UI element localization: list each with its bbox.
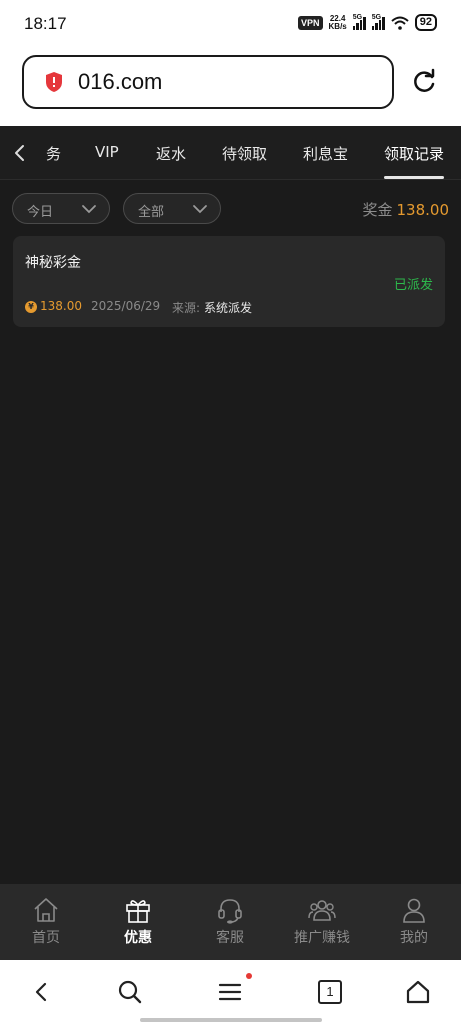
- wifi-icon: [391, 16, 409, 30]
- home-icon: [34, 898, 58, 922]
- record-amount: 138.00: [40, 299, 82, 313]
- shield-icon: [46, 72, 62, 92]
- address-bar[interactable]: 016.com: [22, 55, 394, 109]
- record-source-label: 来源:: [172, 301, 201, 315]
- nav-home[interactable]: 首页: [0, 884, 92, 960]
- tabs-button[interactable]: 1: [318, 980, 342, 1004]
- signal-icon-2: 5G: [371, 13, 385, 30]
- type-filter-value: 全部: [138, 205, 165, 220]
- speed-unit: KB/s: [328, 21, 347, 31]
- signal-label-2: 5G: [371, 13, 382, 21]
- nav-promotions-label: 优惠: [124, 930, 152, 946]
- record-title: 神秘彩金: [25, 255, 81, 271]
- signal-label: 5G: [352, 13, 363, 21]
- browser-chrome: 18:17 VPN 22.4 KB/s 5G 5G 92 016.com: [0, 0, 461, 126]
- chevron-down-icon: [82, 205, 96, 214]
- bottom-navigation: 首页 优惠 客服 推广赚钱 我的: [0, 884, 461, 960]
- back-icon[interactable]: [28, 978, 56, 1006]
- record-source: 系统派发: [204, 301, 253, 315]
- nav-profile[interactable]: 我的: [368, 884, 460, 960]
- home-icon[interactable]: [404, 978, 432, 1006]
- status-bar: 18:17 VPN 22.4 KB/s 5G 5G 92: [0, 0, 461, 48]
- browser-toolbar: 1: [0, 960, 461, 1024]
- notification-dot: [246, 973, 252, 979]
- tab-task[interactable]: 务: [46, 143, 61, 164]
- type-filter-select[interactable]: 全部: [123, 193, 221, 224]
- headset-icon: [218, 899, 242, 924]
- gift-icon: [126, 900, 150, 923]
- user-icon: [403, 898, 425, 923]
- coin-icon: ¥: [25, 301, 37, 313]
- tab-pending[interactable]: 待领取: [222, 143, 267, 164]
- bonus-value: 138.00: [396, 201, 450, 219]
- battery-icon: 92: [414, 14, 437, 31]
- network-speed: 22.4 KB/s: [328, 14, 347, 31]
- vpn-badge: VPN: [298, 15, 323, 30]
- tab-claim-records[interactable]: 领取记录: [384, 143, 444, 164]
- url-text[interactable]: 016.com: [78, 69, 162, 95]
- active-tab-indicator: [384, 176, 444, 179]
- record-date: 2025/06/29: [91, 299, 161, 313]
- nav-referral[interactable]: 推广赚钱: [276, 884, 368, 960]
- record-status: 已派发: [393, 278, 433, 293]
- nav-referral-label: 推广赚钱: [294, 930, 350, 946]
- bonus-total: 奖金 138.00: [362, 199, 449, 220]
- promo-tabs: 务 VIP 返水 待领取 利息宝 领取记录: [0, 126, 461, 180]
- record-card[interactable]: 神秘彩金 已派发 ¥ 138.00 2025/06/29 来源: 系统派发: [13, 236, 445, 327]
- menu-icon[interactable]: [216, 978, 244, 1006]
- signal-icon: 5G: [352, 13, 366, 30]
- tab-rebate[interactable]: 返水: [156, 143, 186, 164]
- nav-support[interactable]: 客服: [184, 884, 276, 960]
- bonus-label: 奖金: [362, 201, 393, 219]
- tab-interest[interactable]: 利息宝: [303, 143, 348, 164]
- status-time: 18:17: [24, 14, 67, 33]
- nav-promotions[interactable]: 优惠: [92, 884, 184, 960]
- nav-profile-label: 我的: [400, 930, 428, 946]
- nav-support-label: 客服: [216, 930, 244, 946]
- chevron-left-icon[interactable]: [12, 143, 28, 163]
- reload-icon[interactable]: [410, 68, 438, 96]
- date-filter-value: 今日: [27, 205, 54, 220]
- users-icon: [308, 900, 336, 921]
- nav-home-label: 首页: [32, 930, 60, 946]
- gesture-bar: [140, 1018, 322, 1022]
- tab-vip[interactable]: VIP: [95, 143, 119, 161]
- date-filter-select[interactable]: 今日: [12, 193, 110, 224]
- chevron-down-icon: [193, 205, 207, 214]
- search-icon[interactable]: [116, 978, 144, 1006]
- status-icons: VPN 22.4 KB/s 5G 5G 92: [298, 14, 437, 31]
